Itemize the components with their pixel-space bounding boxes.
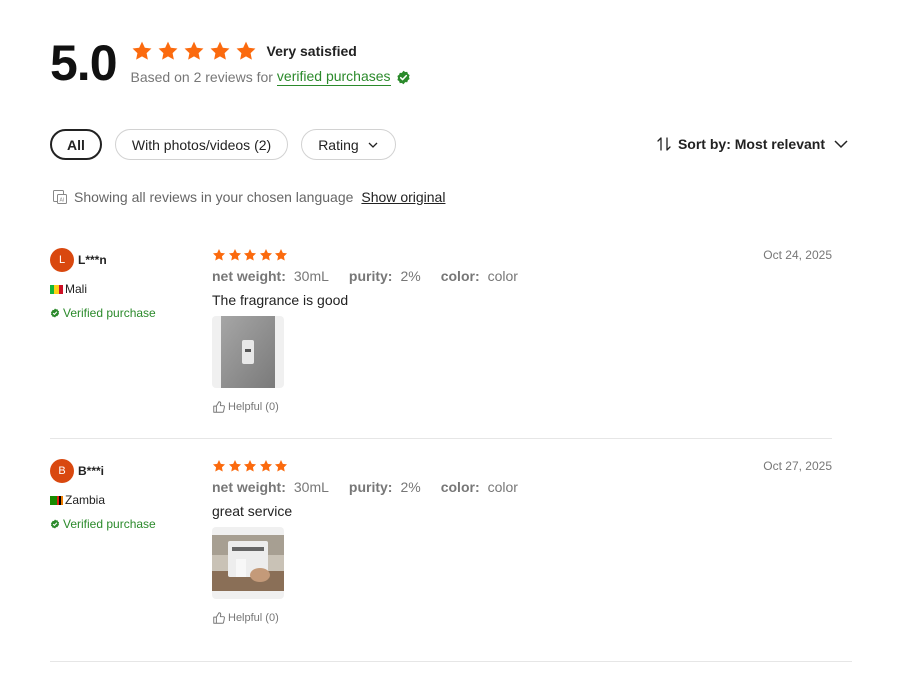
average-score: 5.0 <box>50 35 118 91</box>
verified-badge-icon <box>396 70 410 84</box>
verified-purchases-link[interactable]: verified purchases <box>276 68 391 86</box>
review-text: great service <box>212 503 293 519</box>
rating-summary: 5.0 Very satisfied Based on 2 reviews fo… <box>50 36 411 90</box>
reviewer-country: Mali <box>50 272 156 296</box>
spec-item: color: color <box>440 268 518 284</box>
filter-rating-dropdown[interactable]: Rating <box>301 129 396 160</box>
show-original-link[interactable]: Show original <box>361 189 445 205</box>
satisfaction-label: Very satisfied <box>266 43 357 59</box>
based-on-text: Based on 2 reviews for verified purchase… <box>131 68 411 86</box>
star-icon <box>243 249 257 261</box>
country-name: Mali <box>65 282 88 296</box>
spec-item: purity: 2% <box>348 479 421 495</box>
rating-details: Very satisfied Based on 2 reviews for ve… <box>131 40 411 86</box>
review-photo[interactable] <box>212 527 284 599</box>
product-specs: net weight: 30mL purity: 2% color: color <box>212 479 538 495</box>
sort-label: Sort by: Most relevant <box>677 136 825 152</box>
helpful-button[interactable]: Helpful (0) <box>212 611 538 625</box>
review-date: Oct 24, 2025 <box>763 248 832 262</box>
thumbs-up-icon <box>213 612 225 624</box>
review-author: B B***i Zambia Verified purchase <box>50 459 156 531</box>
section-divider <box>50 661 852 662</box>
helpful-label: Helpful (0) <box>228 401 279 413</box>
filter-photos-label: With photos/videos (2) <box>131 136 272 153</box>
star-icon <box>212 460 226 472</box>
based-on-label: Based on 2 reviews for <box>130 69 273 85</box>
summary-stars: Very satisfied <box>131 40 411 62</box>
star-icon <box>184 41 203 60</box>
star-icon <box>228 460 241 472</box>
helpful-label: Helpful (0) <box>228 612 279 624</box>
verified-purchase-badge: Verified purchase <box>50 517 156 531</box>
review-filters: All With photos/videos (2) Rating <box>50 129 409 160</box>
language-notice: AI Showing all reviews in your chosen la… <box>52 189 445 205</box>
star-icon <box>274 249 288 261</box>
review-divider <box>50 438 832 439</box>
star-icon <box>236 41 255 60</box>
translate-icon: AI <box>53 190 67 204</box>
reviewer-name: B***i <box>78 464 105 478</box>
star-icon <box>259 249 272 261</box>
verified-label: Verified purchase <box>63 517 156 531</box>
filter-all-chip[interactable]: All <box>50 129 102 160</box>
sort-dropdown[interactable]: Sort by: Most relevant <box>656 136 849 152</box>
review-text: The fragrance is good <box>212 292 349 308</box>
filter-all-label: All <box>67 136 85 153</box>
thumbs-up-icon <box>213 401 225 413</box>
review-date: Oct 27, 2025 <box>763 459 832 473</box>
star-icon <box>212 249 226 261</box>
review-body: net weight: 30mL purity: 2% color: color Th… <box>212 248 538 414</box>
zambia-flag-icon <box>50 495 64 505</box>
spec-item: color: color <box>440 479 518 495</box>
filter-photos-chip[interactable]: With photos/videos (2) <box>114 129 289 160</box>
review-stars <box>212 459 538 473</box>
spec-item: net weight: 30mL <box>212 479 329 495</box>
language-notice-text: Showing all reviews in your chosen langu… <box>74 189 354 205</box>
star-icon <box>210 41 229 60</box>
review-photo[interactable] <box>212 316 284 388</box>
star-icon <box>158 41 177 60</box>
reviewer-name: L***n <box>78 253 107 267</box>
sort-icon <box>657 137 671 151</box>
spec-item: net weight: 30mL <box>212 268 329 284</box>
star-icon <box>259 460 272 472</box>
spec-item: purity: 2% <box>348 268 421 284</box>
svg-text:AI: AI <box>60 198 65 204</box>
product-specs: net weight: 30mL purity: 2% color: color <box>212 268 538 284</box>
star-icon <box>132 41 151 60</box>
avatar: B <box>50 459 74 483</box>
review-stars <box>212 248 538 262</box>
chevron-down-icon <box>368 142 378 148</box>
star-icon <box>274 460 288 472</box>
star-icon <box>228 249 241 261</box>
verified-check-icon <box>50 519 60 529</box>
reviewer-country: Zambia <box>50 483 156 507</box>
chevron-down-icon <box>834 140 848 149</box>
star-icon <box>243 460 257 472</box>
verified-purchase-badge: Verified purchase <box>50 306 156 320</box>
filter-rating-label: Rating <box>318 136 359 153</box>
verified-label: Verified purchase <box>63 306 156 320</box>
country-name: Zambia <box>65 493 106 507</box>
helpful-button[interactable]: Helpful (0) <box>212 400 538 414</box>
avatar: L <box>50 248 74 272</box>
mali-flag-icon <box>50 284 63 294</box>
verified-check-icon <box>50 308 60 318</box>
review-body: net weight: 30mL purity: 2% color: color gr… <box>212 459 538 625</box>
review-author: L L***n Mali Verified purchase <box>50 248 156 320</box>
